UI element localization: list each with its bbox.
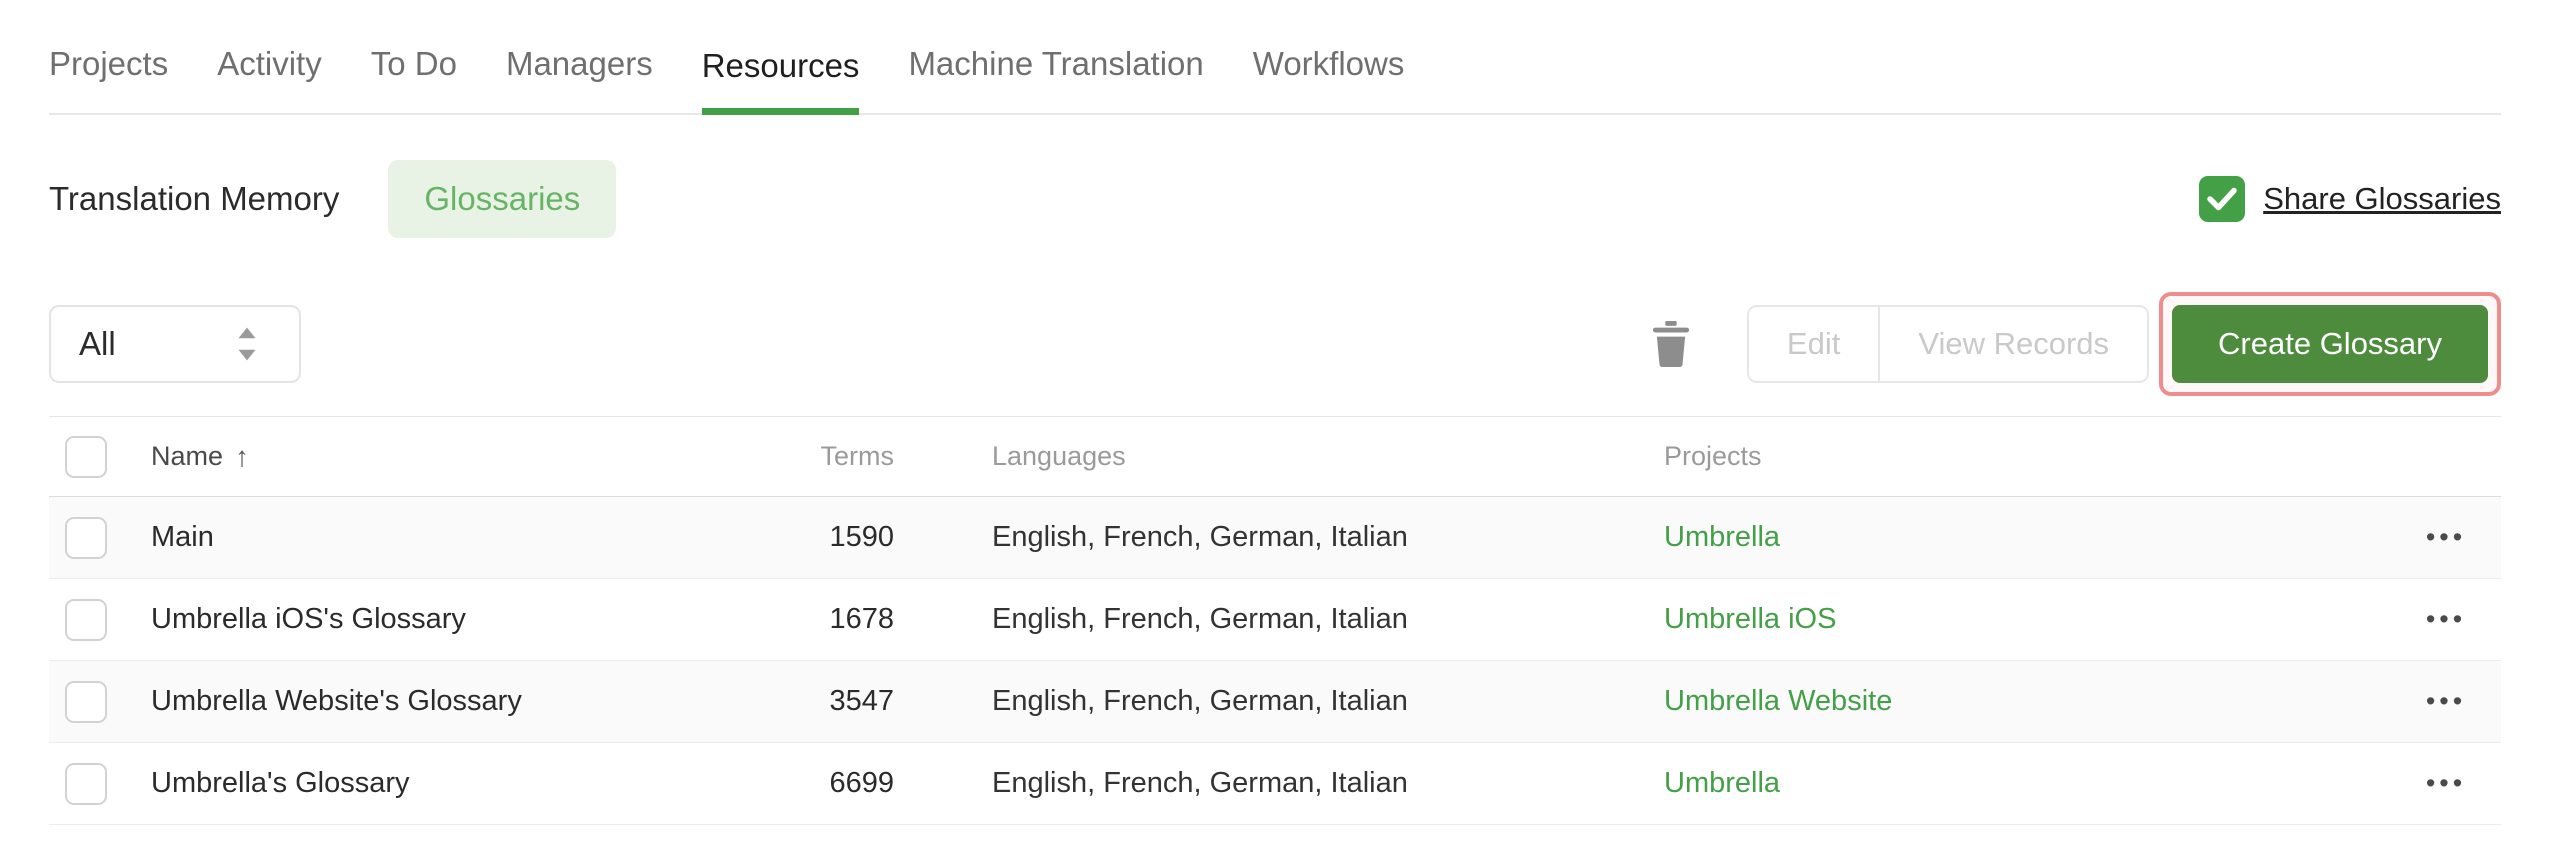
glossary-row-umbrella-website: Umbrella Website's Glossary 3547 English… — [49, 661, 2501, 743]
nav-tab-projects[interactable]: Projects — [49, 45, 168, 113]
terms-count: 1678 — [829, 603, 894, 635]
row-checkbox[interactable] — [65, 680, 107, 723]
column-header-terms: Terms — [820, 441, 895, 471]
column-header-name[interactable]: Name ↑ — [151, 441, 741, 473]
table-body: Main 1590 English, French, German, Itali… — [49, 497, 2501, 825]
glossary-actions-group: Edit View Records — [1746, 305, 2150, 383]
share-glossaries-link[interactable]: Share Glossaries — [2263, 181, 2501, 217]
row-checkbox[interactable] — [65, 762, 107, 805]
languages-list: English, French, German, Italian — [992, 685, 1408, 717]
resources-subnav: Translation Memory Glossaries Share Glos… — [49, 160, 2501, 238]
nav-tab-resources[interactable]: Resources — [701, 47, 860, 115]
view-records-button[interactable]: View Records — [1878, 307, 2148, 381]
nav-tab-machine-translation[interactable]: Machine Translation — [908, 45, 1203, 113]
nav-tab-activity[interactable]: Activity — [217, 45, 322, 113]
row-menu-button[interactable]: ••• — [2391, 768, 2501, 799]
project-link[interactable]: Umbrella iOS — [1664, 603, 1836, 635]
trash-icon — [1652, 321, 1689, 367]
create-glossary-highlight-annotation: Create Glossary — [2159, 292, 2501, 396]
terms-count: 6699 — [829, 767, 894, 799]
glossaries-page: Projects Activity To Do Managers Resourc… — [0, 0, 2550, 868]
glossary-row-umbrella: Umbrella's Glossary 6699 English, French… — [49, 743, 2501, 825]
languages-list: English, French, German, Italian — [992, 521, 1408, 553]
glossary-row-umbrella-ios: Umbrella iOS's Glossary 1678 English, Fr… — [49, 579, 2501, 661]
toolbar-actions: Edit View Records Create Glossary — [1651, 292, 2501, 396]
select-all-checkbox[interactable] — [65, 435, 107, 478]
name-header-label: Name — [151, 441, 224, 471]
row-menu-button[interactable]: ••• — [2391, 522, 2501, 553]
terms-count: 3547 — [829, 685, 894, 717]
glossary-name: Umbrella's Glossary — [151, 767, 410, 799]
share-glossaries-control: Share Glossaries — [2199, 176, 2501, 222]
languages-list: English, French, German, Italian — [992, 767, 1408, 799]
glossaries-toolbar: All Edit View Records Create Glossary — [49, 292, 2501, 396]
nav-tab-workflows[interactable]: Workflows — [1253, 45, 1405, 113]
column-header-languages: Languages — [992, 441, 1126, 471]
create-glossary-button[interactable]: Create Glossary — [2172, 305, 2488, 383]
glossary-name: Umbrella Website's Glossary — [151, 685, 522, 717]
languages-list: English, French, German, Italian — [992, 603, 1408, 635]
share-glossaries-checkbox[interactable] — [2199, 176, 2246, 222]
glossaries-table: Name ↑ Terms Languages Projects Main 159… — [49, 416, 2501, 825]
sort-ascending-icon: ↑ — [235, 440, 250, 472]
main-nav: Projects Activity To Do Managers Resourc… — [49, 0, 2501, 115]
table-header-row: Name ↑ Terms Languages Projects — [49, 417, 2501, 497]
delete-glossary-button[interactable] — [1651, 321, 1691, 367]
checkmark-icon — [2207, 187, 2237, 211]
filter-selected-value: All — [79, 325, 116, 362]
edit-glossary-button[interactable]: Edit — [1748, 307, 1879, 381]
row-menu-button[interactable]: ••• — [2391, 604, 2501, 635]
project-link[interactable]: Umbrella — [1664, 767, 1780, 799]
glossary-filter-select[interactable]: All — [49, 305, 301, 383]
glossary-row-main: Main 1590 English, French, German, Itali… — [49, 497, 2501, 579]
tab-glossaries[interactable]: Glossaries — [388, 160, 617, 238]
glossary-name: Main — [151, 521, 214, 553]
row-menu-button[interactable]: ••• — [2391, 686, 2501, 717]
row-checkbox[interactable] — [65, 598, 107, 641]
row-checkbox[interactable] — [65, 516, 107, 559]
column-header-projects: Projects — [1664, 441, 1762, 471]
nav-tab-todo[interactable]: To Do — [371, 45, 457, 113]
project-link[interactable]: Umbrella Website — [1664, 685, 1892, 717]
project-link[interactable]: Umbrella — [1664, 521, 1780, 553]
nav-tab-managers[interactable]: Managers — [506, 45, 653, 113]
terms-count: 1590 — [829, 521, 894, 553]
glossary-name: Umbrella iOS's Glossary — [151, 603, 466, 635]
tab-translation-memory[interactable]: Translation Memory — [49, 180, 339, 218]
select-caret-icon — [238, 327, 256, 361]
